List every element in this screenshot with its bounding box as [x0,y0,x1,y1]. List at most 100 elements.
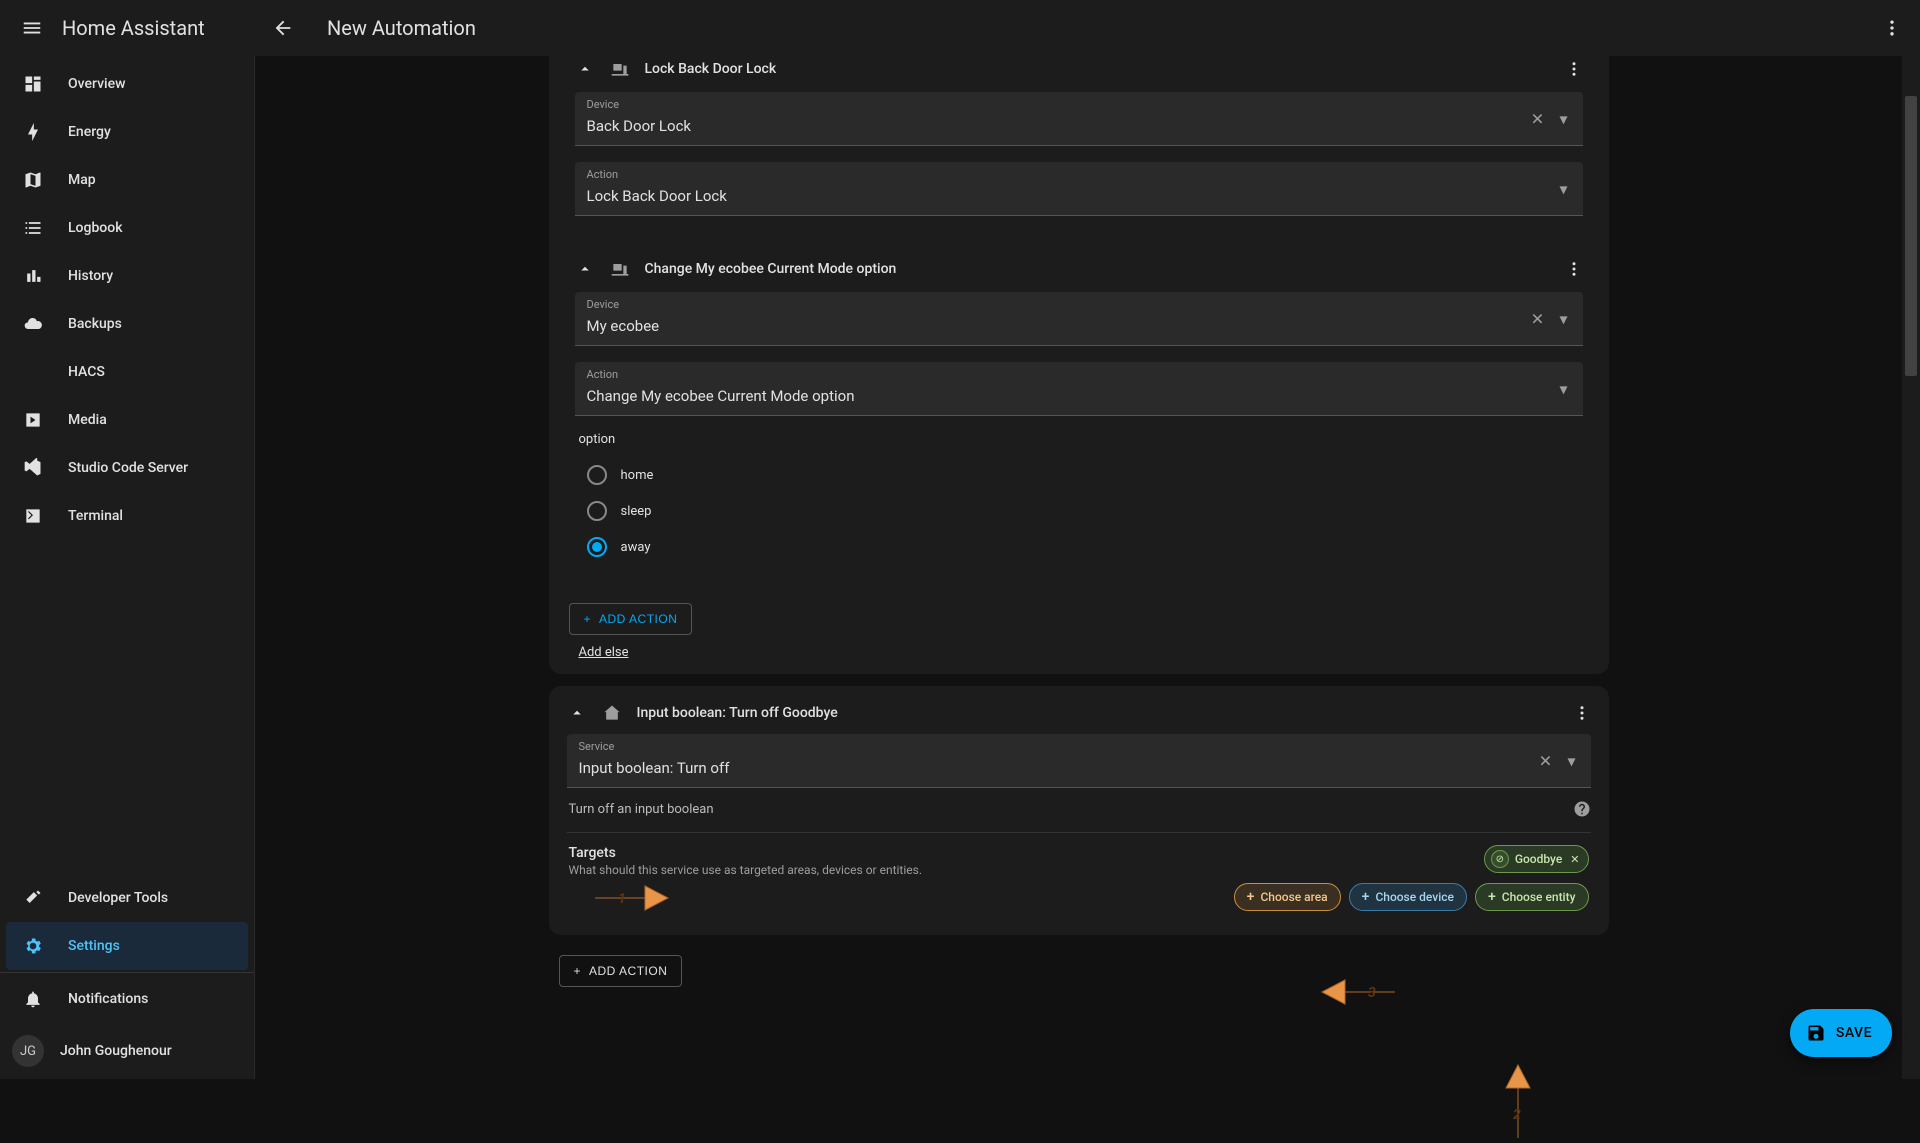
plus-icon: + [1362,889,1370,905]
choose-area-chip[interactable]: +Choose area [1234,883,1341,911]
radio-text: away [621,540,651,555]
back-button[interactable] [263,8,303,48]
toggle-icon: ⊘ [1491,850,1509,868]
scrollbar-thumb[interactable] [1905,96,1917,376]
sidebar-user[interactable]: JG John Goughenour [0,1023,254,1079]
plus-icon: + [1247,889,1255,905]
sidebar-item-backups[interactable]: Backups [6,300,248,348]
service-description: Turn off an input boolean [569,802,714,817]
dashboard-icon [22,74,44,94]
device-field[interactable]: Device My ecobee ✕▾ [575,292,1583,346]
scrollbar-track[interactable] [1902,56,1920,1079]
cloud-icon [22,314,44,334]
sidebar-item-media[interactable]: Media [6,396,248,444]
sidebar-item-studio-code[interactable]: Studio Code Server [6,444,248,492]
collapse-button[interactable] [575,259,595,279]
action-field[interactable]: Action Lock Back Door Lock ▾ [575,162,1583,216]
field-label: Action [587,368,1543,382]
field-value: Lock Back Door Lock [587,184,1543,208]
save-button[interactable]: SAVE [1790,1009,1892,1057]
card-more-button[interactable] [1565,60,1583,78]
add-action-button[interactable]: + ADD ACTION [569,603,693,635]
sidebar-item-label: Notifications [68,991,148,1007]
bell-icon [22,989,44,1009]
svg-text:2: 2 [1513,1107,1521,1123]
sidebar-item-energy[interactable]: Energy [6,108,248,156]
list-icon [22,218,44,238]
action-card-lock: Lock Back Door Lock Device Back Door Loc… [559,56,1599,234]
field-value: Change My ecobee Current Mode option [587,384,1543,408]
sidebar-item-settings[interactable]: Settings [6,922,248,970]
field-value: Back Door Lock [587,114,1543,138]
card-more-button[interactable] [1573,704,1591,722]
sidebar-header: Home Assistant [8,16,263,40]
header-more-button[interactable] [1872,8,1912,48]
save-label: SAVE [1836,1025,1872,1041]
sidebar-item-terminal[interactable]: Terminal [6,492,248,540]
device-field[interactable]: Device Back Door Lock ✕ ▾ [575,92,1583,146]
hammer-icon [22,888,44,908]
app-header: Home Assistant New Automation [0,0,1920,56]
dropdown-icon[interactable]: ▾ [1555,109,1573,128]
radio-sleep[interactable]: sleep [579,493,1579,529]
collapse-button[interactable] [567,703,587,723]
sidebar-item-map[interactable]: Map [6,156,248,204]
sidebar-item-notifications[interactable]: Notifications [6,975,248,1023]
clear-icon[interactable]: ✕ [1529,109,1547,128]
add-action-button-bottom[interactable]: + ADD ACTION [559,955,683,987]
target-chip-goodbye[interactable]: ⊘ Goodbye ✕ [1484,845,1589,873]
sidebar-item-logbook[interactable]: Logbook [6,204,248,252]
dropdown-icon[interactable]: ▾ [1555,309,1573,328]
menu-icon[interactable] [20,16,44,40]
sidebar-item-label: Studio Code Server [68,460,188,476]
radio-icon [587,465,607,485]
action-field[interactable]: Action Change My ecobee Current Mode opt… [575,362,1583,416]
collapse-button[interactable] [575,59,595,79]
sidebar-item-history[interactable]: History [6,252,248,300]
save-icon [1806,1023,1826,1043]
plus-icon: + [574,964,582,978]
main-content[interactable]: Lock Back Door Lock Device Back Door Loc… [255,56,1902,1079]
action-card-ecobee: Change My ecobee Current Mode option Dev… [559,246,1599,583]
radio-icon [587,537,607,557]
radio-away[interactable]: away [579,529,1579,565]
sidebar-item-developer-tools[interactable]: Developer Tools [6,874,248,922]
user-name: John Goughenour [60,1043,172,1059]
terminal-icon [22,506,44,526]
chip-remove-icon[interactable]: ✕ [1570,853,1579,866]
option-group: option home sleep away [575,432,1583,569]
devices-icon [609,258,631,280]
sidebar-item-overview[interactable]: Overview [6,60,248,108]
field-label: Device [587,98,1543,112]
plus-icon: + [584,612,592,626]
field-label: Action [587,168,1543,182]
sidebar: Overview Energy Map Logbook History Back… [0,56,255,1079]
bolt-icon [22,122,44,142]
avatar: JG [12,1035,44,1067]
targets-title: Targets [569,845,923,861]
field-value: Input boolean: Turn off [579,756,1551,780]
help-icon[interactable] [1573,800,1591,818]
card-more-button[interactable] [1565,260,1583,278]
dropdown-icon[interactable]: ▾ [1555,379,1573,398]
radio-text: home [621,468,654,483]
radio-icon [587,501,607,521]
add-else-link[interactable]: Add else [579,645,629,660]
field-label: Service [579,740,1551,754]
choose-device-chip[interactable]: +Choose device [1349,883,1467,911]
dropdown-icon[interactable]: ▾ [1555,179,1573,198]
dropdown-icon[interactable]: ▾ [1563,751,1581,770]
chip-label: Choose entity [1502,890,1576,904]
choose-entity-chip[interactable]: +Choose entity [1475,883,1589,911]
card-title: Change My ecobee Current Mode option [645,261,1551,277]
radio-home[interactable]: home [579,457,1579,493]
service-field[interactable]: Service Input boolean: Turn off ✕ ▾ [567,734,1591,788]
chip-label: Goodbye [1515,852,1562,866]
clear-icon[interactable]: ✕ [1537,751,1555,770]
clear-icon[interactable]: ✕ [1529,309,1547,328]
app-title: Home Assistant [62,16,205,40]
divider [0,972,254,973]
sidebar-item-label: Backups [68,316,122,332]
sidebar-item-label: HACS [68,364,105,380]
sidebar-item-hacs[interactable]: HACS [6,348,248,396]
